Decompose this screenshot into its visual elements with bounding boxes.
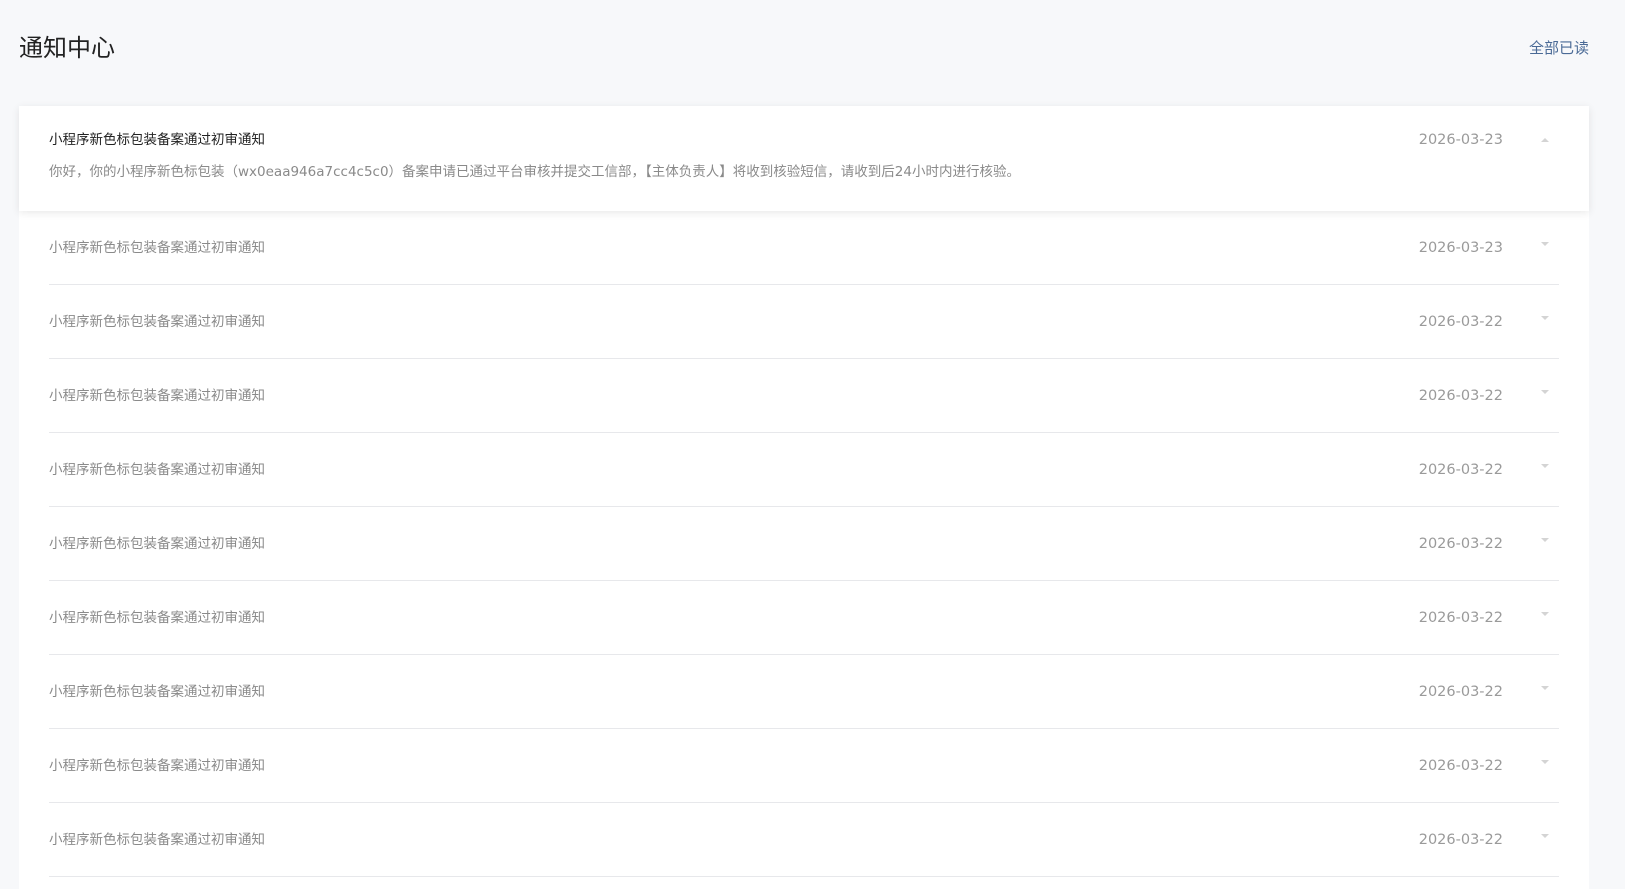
notification-item[interactable]: 小程序新色标包装备案通过初审通知 2026-03-23 你好，你的小程序新色标包… xyxy=(19,106,1589,211)
notification-date: 2026-03-22 xyxy=(1418,758,1503,774)
notification-date: 2026-03-22 xyxy=(1418,684,1503,700)
page-header: 通知中心 全部已读 xyxy=(19,28,1589,68)
chevron-down-icon[interactable] xyxy=(1541,686,1549,690)
page-title: 通知中心 xyxy=(19,34,115,62)
notification-date: 2026-03-22 xyxy=(1418,536,1503,552)
notification-title: 小程序新色标包装备案通过初审通知 xyxy=(49,832,265,848)
chevron-down-icon[interactable] xyxy=(1541,760,1549,764)
notification-center-page: 通知中心 全部已读 小程序新色标包装备案通过初审通知 2026-03-23 你好… xyxy=(0,0,1625,889)
notification-list: 小程序新色标包装备案通过初审通知 2026-03-23 你好，你的小程序新色标包… xyxy=(19,106,1589,889)
chevron-down-icon[interactable] xyxy=(1541,464,1549,468)
chevron-down-icon[interactable] xyxy=(1541,390,1549,394)
notification-item[interactable]: 小程序新色标包装备案通过初审通知 2026-03-22 xyxy=(49,803,1559,877)
chevron-down-icon[interactable] xyxy=(1541,242,1549,246)
notification-item[interactable]: 小程序新色标包装备案通过初审通知 2026-03-23 xyxy=(49,211,1559,285)
notification-item[interactable]: 小程序新色标包装备案通过初审通知 2026-03-22 xyxy=(49,729,1559,803)
notification-date: 2026-03-22 xyxy=(1418,388,1503,404)
chevron-up-icon[interactable] xyxy=(1541,138,1549,142)
chevron-down-icon[interactable] xyxy=(1541,538,1549,542)
notification-item[interactable]: 小程序新色标包装备案通过初审通知 2026-03-22 xyxy=(49,359,1559,433)
notification-title: 小程序新色标包装备案通过初审通知 xyxy=(49,536,265,552)
notification-item[interactable]: 小程序新色标包装备案通过初审通知 2026-03-22 xyxy=(49,655,1559,729)
notification-item[interactable]: 小程序新色标包装备案通过初审通知 2026-03-22 xyxy=(49,285,1559,359)
notification-date: 2026-03-22 xyxy=(1418,314,1503,330)
notification-date: 2026-03-23 xyxy=(1418,240,1503,256)
notification-title: 小程序新色标包装备案通过初审通知 xyxy=(49,388,265,404)
notification-title: 小程序新色标包装备案通过初审通知 xyxy=(49,610,265,626)
notification-item[interactable]: 小程序新色标包装备案通过初审通知 2026-03-22 xyxy=(49,433,1559,507)
notification-title: 小程序新色标包装备案通过初审通知 xyxy=(49,758,265,774)
chevron-down-icon[interactable] xyxy=(1541,612,1549,616)
notification-date: 2026-03-23 xyxy=(1418,132,1503,148)
notification-title: 小程序新色标包装备案通过初审通知 xyxy=(49,462,265,478)
notification-date: 2026-03-22 xyxy=(1418,832,1503,848)
chevron-down-icon[interactable] xyxy=(1541,316,1549,320)
notification-date: 2026-03-22 xyxy=(1418,610,1503,626)
notification-body: 你好，你的小程序新色标包装（wx0eaa946a7cc4c5c0）备案申请已通过… xyxy=(49,164,1020,180)
notification-title: 小程序新色标包装备案通过初审通知 xyxy=(49,240,265,256)
notification-item[interactable]: 小程序新色标包装备案通过初审通知 2026-03-22 xyxy=(49,581,1559,655)
notification-title: 小程序新色标包装备案通过初审通知 xyxy=(49,684,265,700)
mark-all-read-link[interactable]: 全部已读 xyxy=(1529,28,1589,68)
notification-title: 小程序新色标包装备案通过初审通知 xyxy=(49,132,265,148)
notification-date: 2026-03-22 xyxy=(1418,462,1503,478)
chevron-down-icon[interactable] xyxy=(1541,834,1549,838)
notification-item[interactable]: 小程序新色标包装备案通过初审通知 2026-03-22 xyxy=(49,507,1559,581)
notification-title: 小程序新色标包装备案通过初审通知 xyxy=(49,314,265,330)
